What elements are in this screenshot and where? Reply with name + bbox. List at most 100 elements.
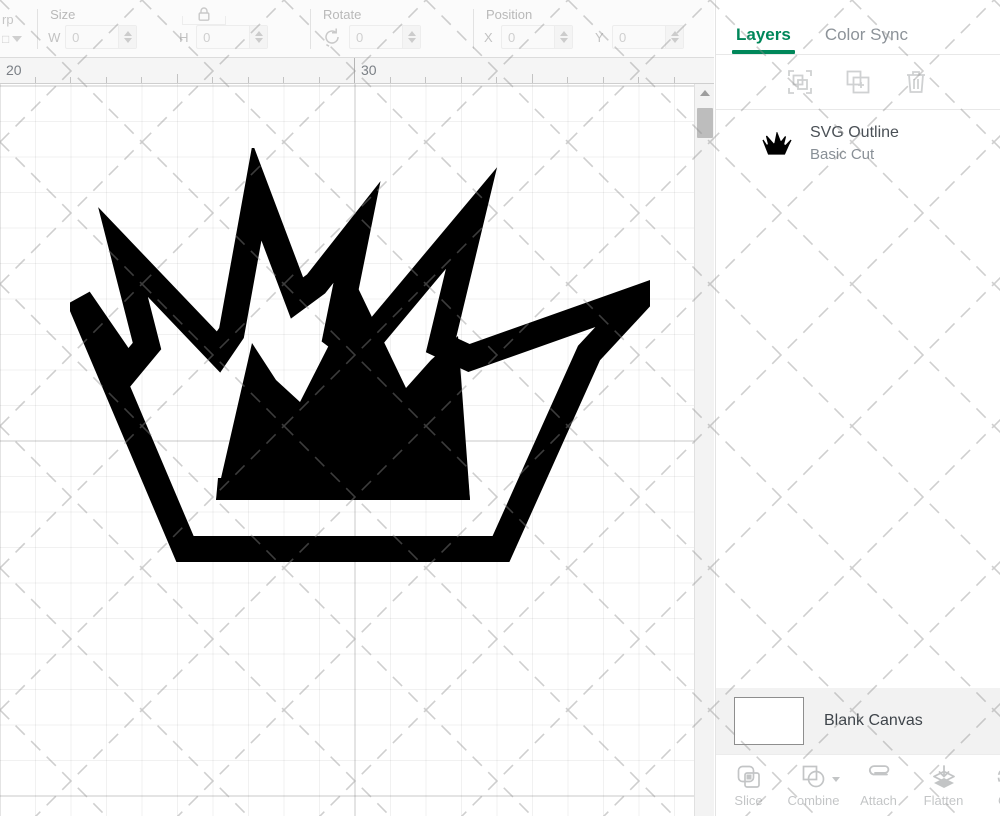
position-y-decrement-arrow[interactable] bbox=[670, 38, 679, 43]
width-spin-buttons[interactable] bbox=[118, 26, 137, 48]
top-toolbar: rp □ Size W H bbox=[0, 0, 714, 58]
ruler-minor-tick bbox=[425, 77, 426, 83]
canvas-vertical-scrollbar[interactable] bbox=[694, 84, 714, 816]
duplicate-plus-icon bbox=[846, 70, 870, 94]
group-ungroup-button[interactable] bbox=[787, 69, 813, 95]
horizontal-ruler[interactable]: 20 30 bbox=[0, 58, 714, 84]
vertical-scroll-thumb[interactable] bbox=[697, 108, 713, 138]
height-increment-arrow[interactable] bbox=[254, 31, 263, 36]
rotate-input[interactable] bbox=[350, 26, 403, 48]
width-decrement-arrow[interactable] bbox=[123, 38, 132, 43]
blank-canvas-thumbnail[interactable] bbox=[734, 697, 804, 745]
layer-list: SVG Outline Basic Cut bbox=[716, 110, 1000, 178]
flatten-label: Flatten bbox=[923, 792, 964, 808]
ruler-minor-tick bbox=[283, 77, 284, 83]
lock-aspect-ratio-button[interactable] bbox=[182, 3, 227, 25]
ruler-minor-tick bbox=[673, 77, 675, 83]
contour-button[interactable]: Cor bbox=[976, 755, 1000, 816]
design-space-window: rp □ Size W H bbox=[0, 0, 1000, 816]
position-group: Position X Y bbox=[484, 0, 714, 57]
ruler-minor-tick bbox=[389, 77, 391, 83]
ruler-tick-label: 30 bbox=[361, 62, 377, 78]
position-x-decrement-arrow[interactable] bbox=[559, 38, 568, 43]
toolbar-divider-1 bbox=[37, 8, 39, 49]
slice-icon bbox=[737, 764, 761, 790]
ruler-minor-tick bbox=[318, 77, 320, 83]
ruler-minor-tick bbox=[638, 77, 639, 83]
layer-operations-toolbar: Slice Combine Attach Flatten bbox=[716, 754, 1000, 816]
layer-subtitle: Basic Cut bbox=[810, 146, 875, 163]
toolbar-divider-3 bbox=[473, 8, 475, 49]
height-input[interactable] bbox=[197, 26, 250, 48]
flatten-button[interactable]: Flatten bbox=[911, 755, 976, 816]
size-group: Size W H bbox=[48, 0, 300, 57]
ruler-minor-tick bbox=[460, 77, 462, 83]
position-x-label: X bbox=[484, 29, 493, 45]
ruler-minor-tick bbox=[176, 74, 178, 83]
right-panel: Layers Color Sync SVG Outline Basic Cut … bbox=[715, 0, 1000, 816]
position-y-stepper[interactable] bbox=[612, 25, 685, 49]
lock-bracket bbox=[182, 16, 227, 25]
crown-icon bbox=[762, 131, 792, 155]
ruler-minor-tick bbox=[212, 77, 213, 83]
rotate-icon bbox=[325, 28, 339, 47]
position-y-spin-buttons[interactable] bbox=[665, 26, 684, 48]
layer-title: SVG Outline bbox=[810, 124, 899, 141]
scroll-up-arrow-icon[interactable] bbox=[695, 84, 715, 102]
warp-tool-group[interactable]: rp □ bbox=[0, 0, 27, 57]
ruler-minor-tick bbox=[141, 77, 142, 83]
group-icon bbox=[788, 70, 812, 94]
trash-icon bbox=[907, 71, 925, 93]
height-label: H bbox=[179, 29, 189, 45]
ruler-minor-tick bbox=[531, 74, 533, 83]
ruler-minor-tick bbox=[247, 77, 249, 83]
position-y-increment-arrow[interactable] bbox=[670, 31, 679, 36]
ruler-minor-tick bbox=[34, 77, 36, 83]
attach-button[interactable]: Attach bbox=[846, 755, 911, 816]
tab-color-sync-label: Color Sync bbox=[824, 25, 908, 44]
combine-label: Combine bbox=[787, 792, 840, 808]
canvas-layer-row[interactable]: Blank Canvas bbox=[716, 688, 1000, 754]
crown-outline-artwork[interactable] bbox=[67, 143, 687, 568]
height-decrement-arrow[interactable] bbox=[254, 38, 263, 43]
chevron-down-icon[interactable] bbox=[12, 35, 23, 42]
width-input[interactable] bbox=[66, 26, 119, 48]
panel-tabs: Layers Color Sync bbox=[716, 0, 1000, 54]
ruler-minor-tick bbox=[602, 77, 604, 83]
ruler-tick-label: 20 bbox=[6, 62, 22, 78]
tab-layers[interactable]: Layers bbox=[732, 25, 795, 54]
rotate-stepper[interactable] bbox=[349, 25, 422, 49]
slice-label: Slice bbox=[734, 792, 763, 808]
rotate-decrement-arrow[interactable] bbox=[407, 38, 416, 43]
warp-tool-label: rp bbox=[2, 11, 14, 27]
tab-color-sync[interactable]: Color Sync bbox=[825, 25, 908, 54]
width-stepper[interactable] bbox=[65, 25, 138, 49]
rotate-increment-arrow[interactable] bbox=[407, 31, 416, 36]
duplicate-layer-button[interactable] bbox=[845, 69, 871, 95]
position-x-increment-arrow[interactable] bbox=[559, 31, 568, 36]
rotate-spin-buttons[interactable] bbox=[402, 26, 421, 48]
position-x-stepper[interactable] bbox=[501, 25, 574, 49]
attach-icon bbox=[866, 764, 892, 790]
list-item[interactable]: SVG Outline Basic Cut bbox=[716, 110, 1000, 178]
delete-layer-button[interactable] bbox=[903, 69, 929, 95]
position-x-spin-buttons[interactable] bbox=[554, 26, 573, 48]
layer-thumbnail bbox=[760, 130, 794, 158]
width-increment-arrow[interactable] bbox=[123, 31, 132, 36]
rotate-label: Rotate bbox=[323, 7, 362, 22]
combine-dropdown-caret-icon[interactable] bbox=[832, 776, 840, 782]
position-y-input[interactable] bbox=[613, 26, 666, 48]
combine-button[interactable]: Combine bbox=[781, 755, 846, 816]
height-spin-buttons[interactable] bbox=[249, 26, 268, 48]
tab-active-underline bbox=[732, 50, 795, 54]
design-canvas[interactable] bbox=[0, 84, 694, 816]
contour-icon bbox=[997, 764, 1000, 790]
slice-button[interactable]: Slice bbox=[716, 755, 781, 816]
position-x-input[interactable] bbox=[502, 26, 555, 48]
blank-canvas-label: Blank Canvas bbox=[824, 712, 923, 729]
layer-text-block: SVG Outline Basic Cut bbox=[810, 123, 899, 165]
crown-icon bbox=[67, 143, 687, 562]
tab-layers-label: Layers bbox=[736, 25, 791, 44]
layer-action-bar bbox=[716, 55, 1000, 109]
height-stepper[interactable] bbox=[196, 25, 269, 49]
